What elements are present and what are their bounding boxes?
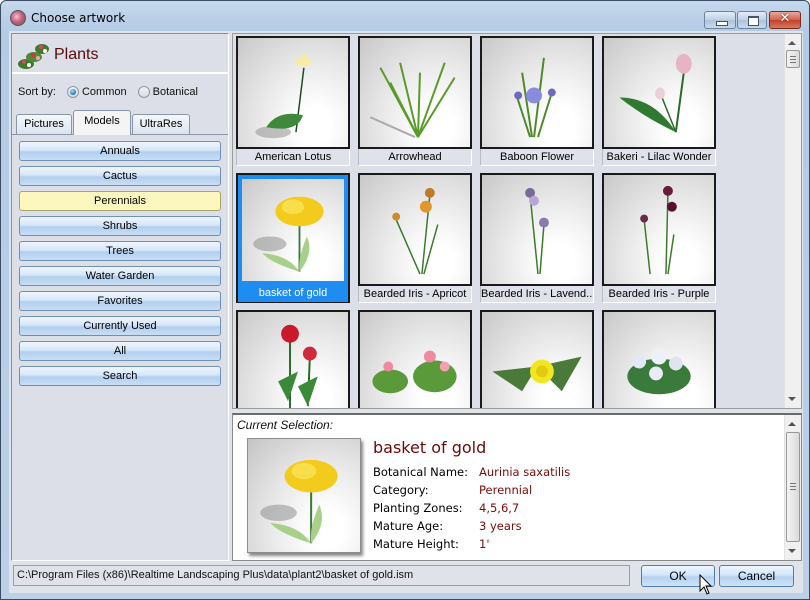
thumbnail-label: Baboon Flower [480, 149, 594, 166]
sort-by-label: Sort by: [18, 86, 56, 99]
scroll-up-arrow-icon[interactable] [788, 41, 796, 45]
red-flower-icon [278, 324, 318, 408]
thumbnail-bakeri-lilac-wonder[interactable]: Bakeri - Lilac Wonder [602, 36, 716, 166]
thumbnail-label: Bearded Iris - Lavend... [480, 286, 594, 303]
white-hydrangea-icon [627, 348, 691, 395]
tab-models[interactable]: Models [73, 110, 131, 135]
close-button[interactable]: ✕ [769, 11, 801, 29]
category-list: Annuals Cactus Perennials Shrubs Trees W… [12, 134, 228, 560]
category-annuals-button[interactable]: Annuals [19, 141, 221, 161]
thumbnail-label: Bearded Iris - Purple [602, 286, 716, 303]
detail-scrollbar[interactable] [784, 415, 801, 560]
title-bar[interactable]: Choose artwork ✕ [1, 1, 809, 31]
thumbnail-white-hydrangea[interactable] [602, 310, 716, 408]
thumbnail-red-flower[interactable] [236, 310, 350, 408]
thumbnail-label: basket of gold [238, 285, 348, 302]
scroll-down-arrow-icon[interactable] [788, 549, 796, 553]
category-perennials-button[interactable]: Perennials [19, 191, 221, 211]
cancel-button[interactable]: Cancel [719, 565, 794, 587]
thumbnail-label: Bakeri - Lilac Wonder [602, 149, 716, 166]
selection-preview [247, 438, 361, 553]
window-title: Choose artwork [31, 11, 126, 25]
file-path-field: C:\Program Files (x86)\Realtime Landscap… [13, 565, 630, 586]
property-planting-zones: Planting Zones: 4,5,6,7 [373, 501, 520, 515]
grid-scrollbar[interactable] [784, 34, 801, 408]
tab-ultrares[interactable]: UltraRes [132, 114, 190, 134]
mouse-cursor-icon [699, 574, 713, 595]
sort-by-row: Sort by: Common Botanical [18, 86, 198, 99]
tulip-icon [619, 53, 692, 133]
current-selection-panel: Current Selection: basket of gold Botani… [232, 413, 802, 561]
category-trees-button[interactable]: Trees [19, 241, 221, 261]
pink-begonia-icon [372, 350, 457, 394]
grass-plant-icon [370, 62, 456, 138]
thumbnail-bearded-iris-apricot[interactable]: Bearded Iris - Apricot [358, 173, 472, 303]
sort-botanical-radio[interactable] [137, 86, 150, 99]
scroll-up-arrow-icon[interactable] [788, 422, 796, 426]
category-water-garden-button[interactable]: Water Garden [19, 266, 221, 286]
selection-name: basket of gold [373, 438, 487, 457]
tab-pictures[interactable]: Pictures [16, 114, 72, 134]
property-mature-age: Mature Age: 3 years [373, 519, 522, 533]
category-title: Plants [54, 46, 99, 63]
scroll-thumb[interactable] [786, 432, 800, 542]
yellow-flower-cluster-icon [260, 459, 338, 544]
iris-apricot-icon [392, 187, 439, 275]
sort-botanical-label[interactable]: Botanical [153, 86, 198, 98]
dialog-window: Choose artwork ✕ Plants Sort by: Common … [0, 0, 810, 600]
thumbnail-label: Arrowhead [358, 149, 472, 166]
property-category: Category: Perennial [373, 483, 533, 497]
scroll-thumb[interactable] [786, 50, 800, 68]
property-mature-height: Mature Height: 1' [373, 537, 490, 551]
category-currently-used-button[interactable]: Currently Used [19, 316, 221, 336]
thumbnail-american-lotus[interactable]: American Lotus [236, 36, 350, 166]
iris-lavender-icon [525, 187, 549, 275]
category-cactus-button[interactable]: Cactus [19, 166, 221, 186]
dialog-client: Plants Sort by: Common Botanical Picture… [9, 31, 803, 595]
yellow-rose-icon [492, 356, 582, 392]
category-header: Plants [12, 34, 228, 74]
thumbnail-basket-of-gold[interactable]: basket of gold [236, 173, 350, 303]
property-botanical-name: Botanical Name: Aurinia saxatilis [373, 465, 571, 479]
scroll-down-arrow-icon[interactable] [788, 397, 796, 401]
current-selection-heading: Current Selection: [237, 418, 334, 432]
blue-flower-icon [514, 57, 556, 138]
thumbnail-label: Bearded Iris - Apricot [358, 286, 472, 303]
category-panel: Plants Sort by: Common Botanical Picture… [11, 33, 229, 561]
plants-icon [18, 44, 49, 69]
close-icon: ✕ [779, 11, 791, 26]
thumbnail-bearded-iris-purple[interactable]: Bearded Iris - Purple [602, 173, 716, 303]
lotus-plant-icon [255, 51, 314, 139]
artwork-grid: American Lotus Arrowhead Baboon Flower B… [232, 33, 802, 409]
minimize-button[interactable] [704, 11, 736, 29]
category-shrubs-button[interactable]: Shrubs [19, 216, 221, 236]
thumbnail-baboon-flower[interactable]: Baboon Flower [480, 36, 594, 166]
thumbnail-yellow-rose[interactable] [480, 310, 594, 408]
thumbnail-arrowhead[interactable]: Arrowhead [358, 36, 472, 166]
iris-purple-icon [640, 185, 677, 275]
category-all-button[interactable]: All [19, 341, 221, 361]
sort-common-label[interactable]: Common [82, 86, 127, 98]
thumbnail-pink-begonia[interactable] [358, 310, 472, 408]
maximize-button[interactable] [737, 11, 767, 29]
thumbnail-bearded-iris-lavender[interactable]: Bearded Iris - Lavend... [480, 173, 594, 303]
app-icon [10, 10, 26, 26]
category-search-button[interactable]: Search [19, 366, 221, 386]
yellow-flower-cluster-icon [253, 196, 324, 272]
sort-common-radio[interactable] [66, 86, 79, 99]
thumbnail-label: American Lotus [236, 149, 350, 166]
view-tabs: Pictures Models UltraRes [16, 110, 228, 135]
category-favorites-button[interactable]: Favorites [19, 291, 221, 311]
